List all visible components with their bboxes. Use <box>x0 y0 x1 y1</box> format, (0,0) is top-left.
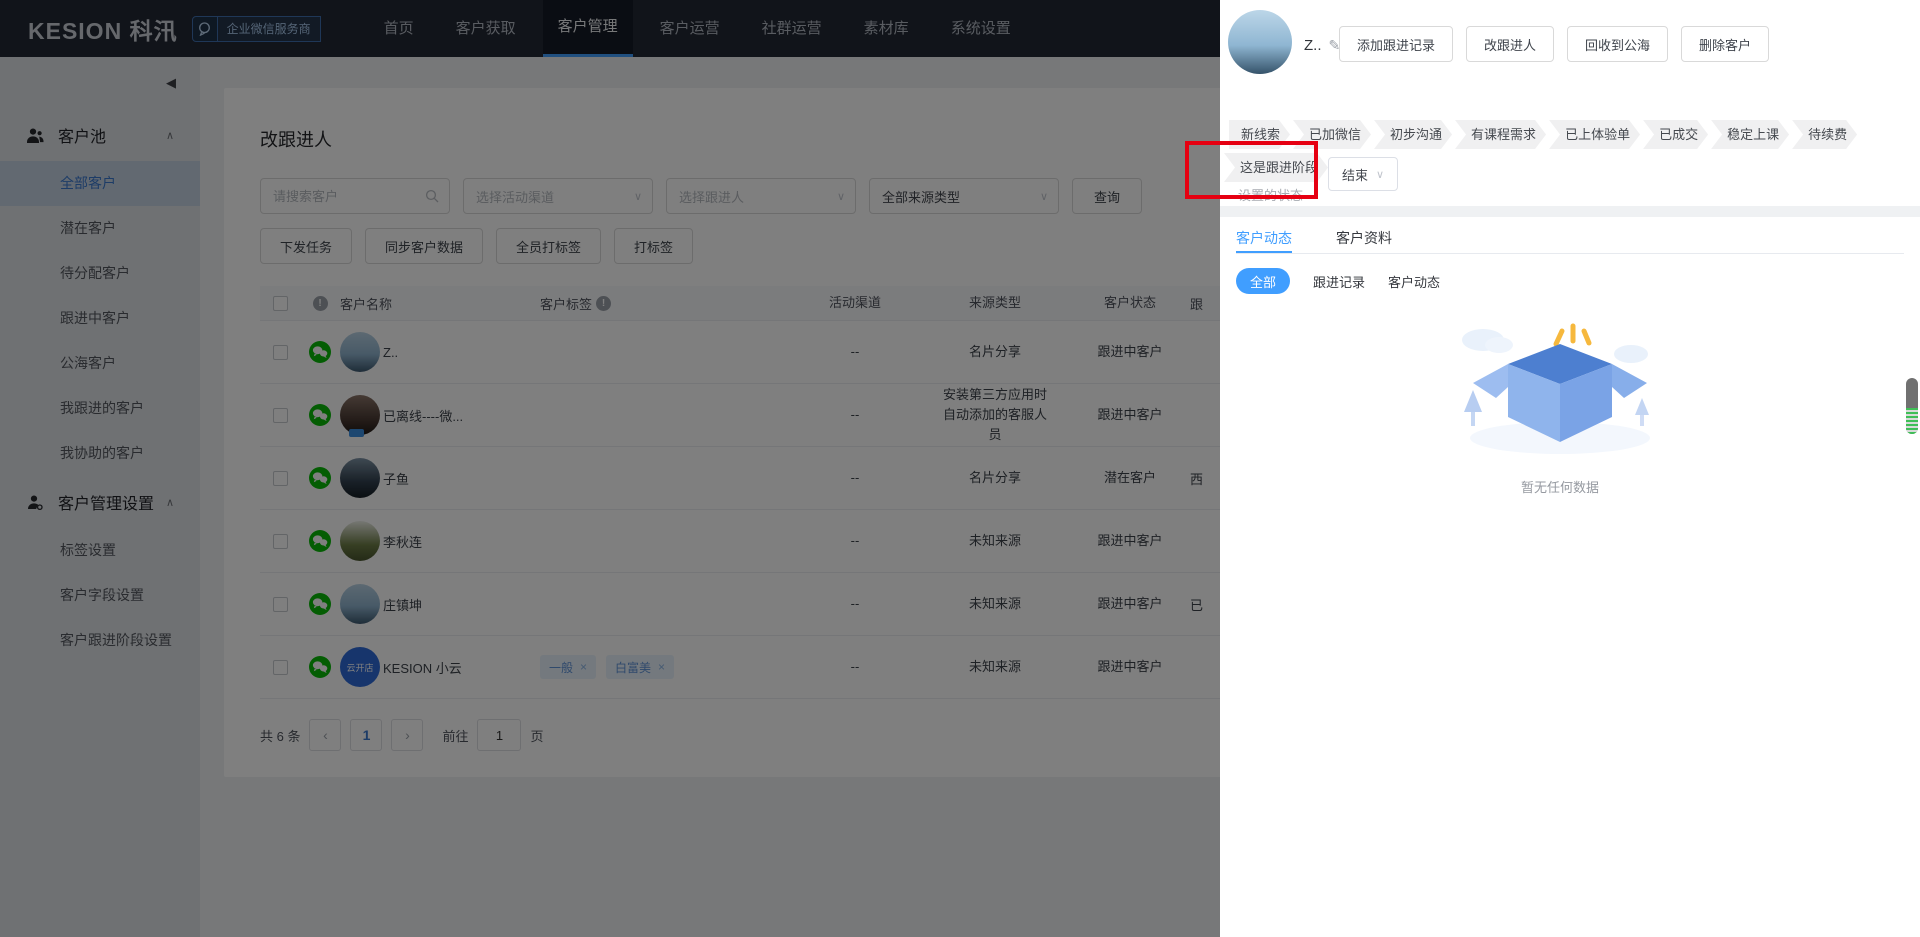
drawer-actions: 添加跟进记录 改跟进人 回收到公海 删除客户 <box>1339 26 1770 62</box>
status-dropdown[interactable]: 结束 ∨ <box>1328 157 1398 191</box>
chevron-down-icon: ∨ <box>1375 168 1385 181</box>
tab-customer-profile[interactable]: 客户资料 <box>1336 228 1392 253</box>
empty-box-illustration <box>1462 323 1650 454</box>
add-follow-record-button[interactable]: 添加跟进记录 <box>1339 26 1454 62</box>
tab-customer-activity[interactable]: 客户动态 <box>1236 228 1292 253</box>
delete-customer-button[interactable]: 删除客户 <box>1681 26 1770 62</box>
customer-avatar <box>1228 10 1292 74</box>
follow-stage-bar: 新线索 已加微信 初步沟通 有课程需求 已上体验单 已成交 稳定上课 待续费 <box>1229 120 1860 149</box>
annotation-red-box <box>1185 141 1318 199</box>
pill-customer-activity[interactable]: 客户动态 <box>1388 272 1440 291</box>
stage-chip[interactable]: 已上体验单 <box>1549 120 1640 149</box>
empty-state: 暂无任何数据 <box>1220 300 1900 496</box>
stage-chip[interactable]: 已成交 <box>1643 120 1708 149</box>
recycle-to-sea-button[interactable]: 回收到公海 <box>1567 26 1669 62</box>
stage-chip[interactable]: 有课程需求 <box>1455 120 1546 149</box>
customer-detail-drawer: Z.. ✎ 添加跟进记录 改跟进人 回收到公海 删除客户 新线索 已加微信 初步… <box>1220 0 1920 937</box>
pill-follow-records[interactable]: 跟进记录 <box>1313 272 1365 291</box>
section-divider <box>1220 206 1920 217</box>
activity-filter-pills: 全部 跟进记录 客户动态 <box>1236 268 1440 294</box>
stage-chip[interactable]: 初步沟通 <box>1374 120 1452 149</box>
change-follower-button[interactable]: 改跟进人 <box>1466 26 1555 62</box>
empty-state-text: 暂无任何数据 <box>1520 480 1599 495</box>
scrollbar-thumb[interactable] <box>1906 378 1918 434</box>
pill-all[interactable]: 全部 <box>1236 268 1291 294</box>
customer-name: Z.. ✎ <box>1304 37 1341 54</box>
drawer-tabs: 客户动态 客户资料 <box>1236 228 1904 254</box>
stage-chip[interactable]: 待续费 <box>1792 120 1857 149</box>
stage-chip[interactable]: 稳定上课 <box>1711 120 1789 149</box>
